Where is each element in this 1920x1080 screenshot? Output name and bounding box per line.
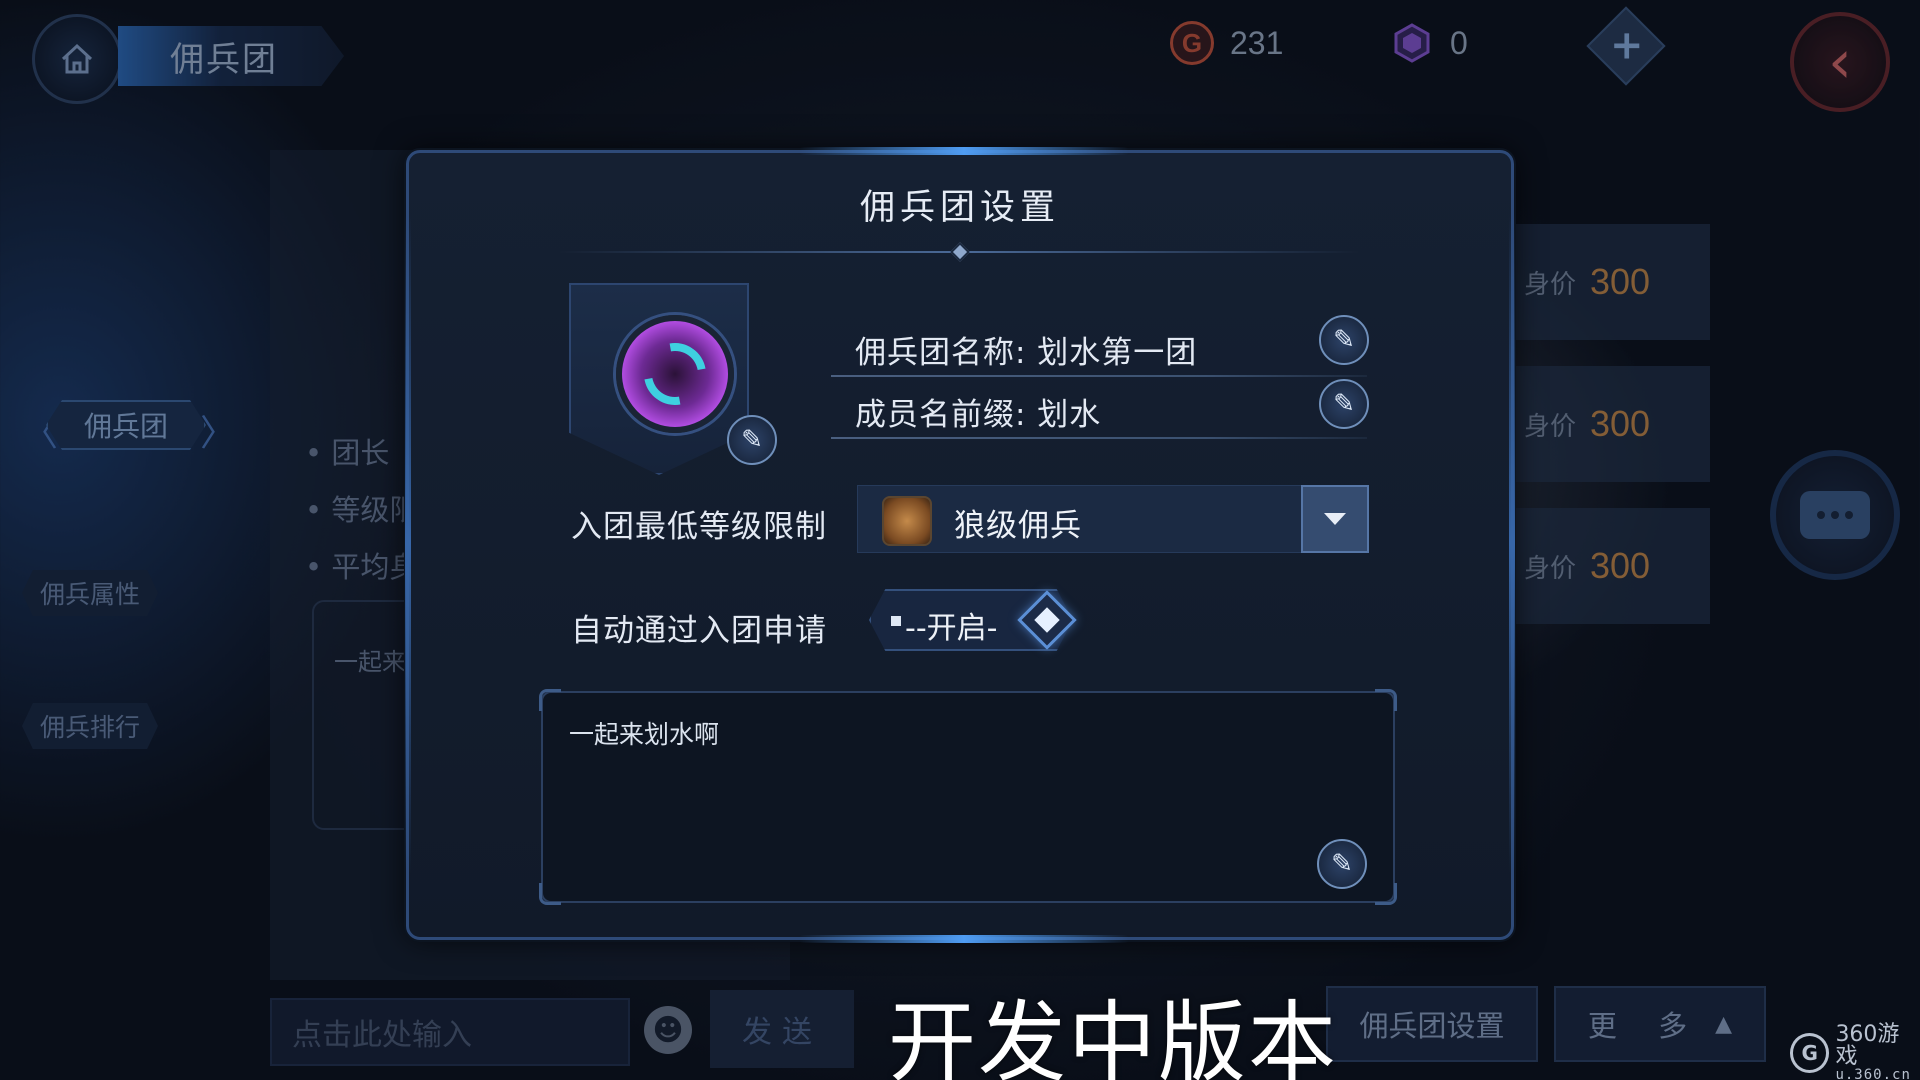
brand-watermark: G 360游戏 u.360.cn — [1790, 1024, 1920, 1080]
guild-name-field: 佣兵团名称: 划水第一团 — [855, 335, 1198, 371]
min-level-value: 狼级佣兵 — [954, 508, 1082, 544]
prefix-underline — [831, 437, 1367, 439]
box-corner — [1375, 689, 1397, 711]
brand-url: u.360.cn — [1835, 1067, 1911, 1080]
min-level-dropdown[interactable]: 狼级佣兵 — [857, 485, 1369, 553]
brand-logo-icon: G — [1790, 1033, 1830, 1073]
pencil-icon: ✎ — [1331, 849, 1353, 879]
edit-description-button[interactable]: ✎ — [1317, 839, 1367, 889]
title-diamond-icon — [950, 242, 970, 262]
chevron-down-icon — [1324, 513, 1346, 525]
guild-description-text: 一起来划水啊 — [569, 720, 720, 749]
guild-emblem-icon[interactable] — [616, 315, 734, 433]
brand-name: 360游戏 — [1835, 1022, 1900, 1069]
guild-settings-dialog: 佣兵团设置 ✎ 佣兵团名称: 划水第一团 ✎ 成员名前缀: 划水 ✎ 入团最低等… — [405, 147, 1515, 943]
toggle-track-dot — [891, 616, 901, 626]
modal-left-glow — [405, 213, 411, 873]
member-prefix-field: 成员名前缀: 划水 — [855, 397, 1102, 433]
modal-top-glow — [799, 147, 1129, 155]
box-corner — [539, 689, 561, 711]
toggle-state: --开启- — [905, 611, 998, 646]
dev-version-watermark: 开发中版本 — [888, 991, 1339, 1080]
pencil-icon: ✎ — [741, 425, 763, 455]
emblem-swirl — [631, 330, 719, 418]
wolf-rank-icon — [882, 496, 932, 546]
box-corner — [539, 883, 561, 905]
dialog-title: 佣兵团设置 — [859, 188, 1060, 228]
min-level-label: 入团最低等级限制 — [571, 509, 827, 545]
guild-description-box[interactable]: 一起来划水啊 ✎ — [539, 689, 1397, 905]
edit-prefix-button[interactable]: ✎ — [1319, 379, 1369, 429]
dropdown-arrow-button[interactable] — [1301, 485, 1369, 553]
edit-name-button[interactable]: ✎ — [1319, 315, 1369, 365]
box-corner — [1375, 883, 1397, 905]
modal-bottom-glow — [799, 935, 1129, 943]
edit-emblem-button[interactable]: ✎ — [727, 415, 777, 465]
auto-approve-label: 自动通过入团申请 — [571, 613, 827, 649]
pencil-icon: ✎ — [1333, 325, 1355, 355]
pencil-icon: ✎ — [1333, 389, 1355, 419]
modal-right-glow — [1509, 213, 1515, 873]
name-underline — [831, 375, 1367, 377]
